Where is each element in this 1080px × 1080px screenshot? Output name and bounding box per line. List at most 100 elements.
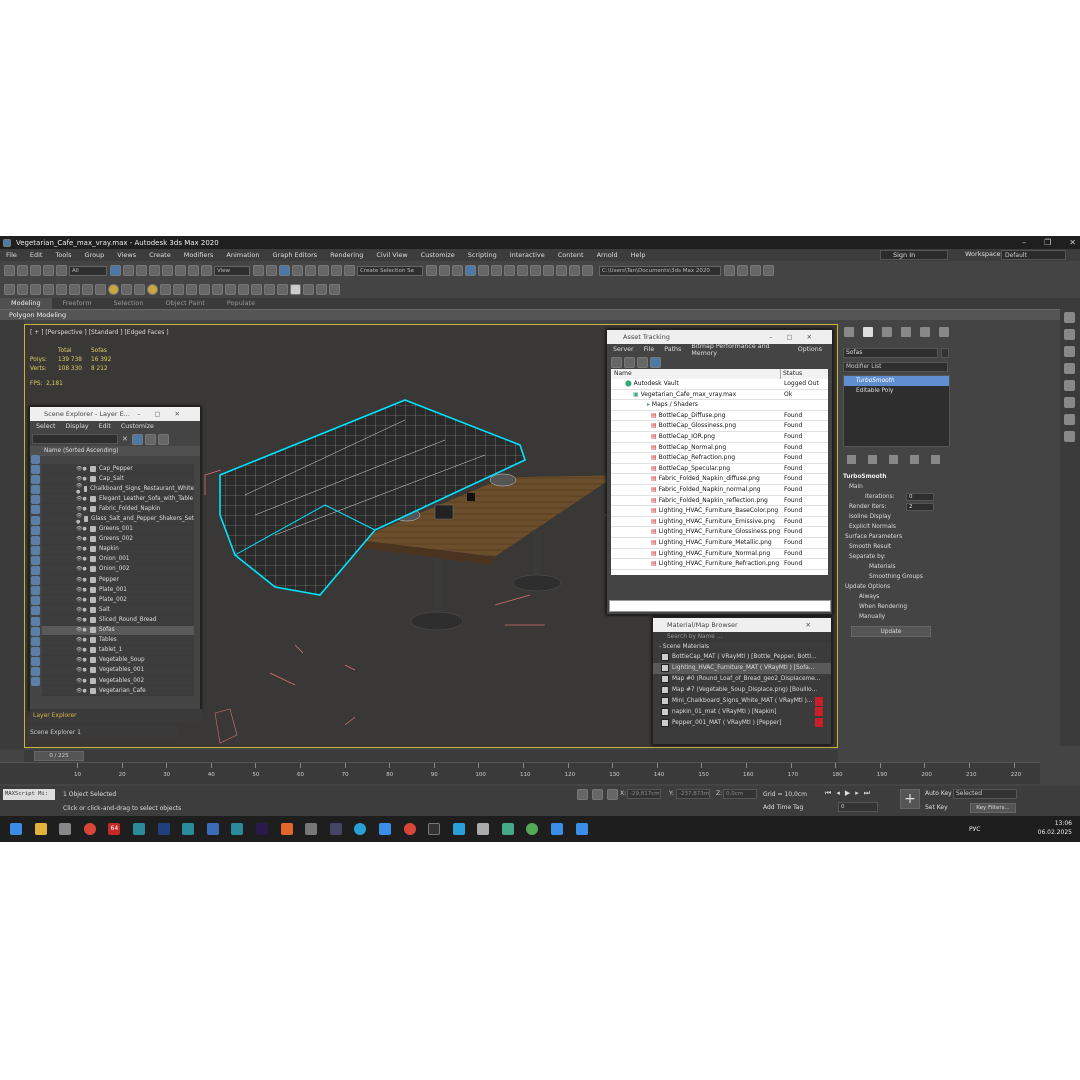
go-end-icon[interactable]: ⏭ [864,789,870,798]
systems-icon[interactable] [199,283,210,295]
snaps-icon[interactable] [292,265,303,276]
se-filter-icon[interactable] [31,666,40,676]
orbit-icon[interactable] [1064,363,1075,374]
modeling-icon[interactable] [4,283,15,295]
se-menu-customize[interactable]: Customize [121,423,154,430]
scene-explorer-column-header[interactable]: Name (Sorted Ascending) [30,446,200,456]
scene-item[interactable]: 👁● Greens_001 [42,524,194,535]
se-filter-icon[interactable] [31,646,40,656]
asset-row[interactable]: ▤ Lighting_HVAC_Furniture_Refraction.png… [611,559,828,570]
scene-item[interactable]: 👁● Vegetarian_Cafe [42,686,194,697]
material-editor-icon[interactable] [517,265,528,276]
render-cloud-icon[interactable] [569,265,580,276]
visibility-eye-icon[interactable]: 👁● [76,483,84,495]
tray-clock[interactable]: 13:06 06.02.2025 [1038,819,1072,837]
material-item[interactable]: Pepper_001_MAT ( VRayMtl ) [Pepper] [653,717,831,728]
material-item[interactable]: BottleCap_MAT ( VRayMtl ) [Bottle_Pepper… [653,652,831,663]
ribbon-tab-object-paint[interactable]: Object Paint [155,298,216,309]
asset-row[interactable]: ▤ BottleCap_Glossiness.png Found [611,421,828,432]
col-name[interactable]: Name [611,369,781,379]
render-frame-icon[interactable] [543,265,554,276]
at-menu-paths[interactable]: Paths [664,346,681,353]
se-filter-icon[interactable] [31,626,40,636]
helper-icon[interactable] [173,283,184,295]
vray-render-icon[interactable] [303,283,314,295]
isolate-icon[interactable] [577,789,588,800]
current-frame-field[interactable]: 0 [838,802,878,812]
visibility-eye-icon[interactable]: 👁● [76,597,90,603]
calculator-icon[interactable] [477,823,490,835]
asset-row[interactable]: ▤ Fabric_Folded_Napkin_reflection.png Fou… [611,496,828,507]
cylinder-icon[interactable] [121,283,132,295]
show-end-result-icon[interactable] [868,454,877,464]
vray-proxy-icon[interactable] [251,283,262,295]
set-key-button[interactable]: Set Key [925,804,948,811]
menu-item-tools[interactable]: Tools [55,251,71,259]
list-view-icon[interactable] [624,356,635,368]
set-project-icon[interactable] [763,265,774,276]
cone-icon[interactable] [134,283,145,295]
selection-lock-icon[interactable] [592,789,603,800]
scene-item[interactable]: 👁● Salt [42,605,194,616]
visibility-eye-icon[interactable]: 👁● [76,647,90,653]
always-radio[interactable]: Always [843,592,950,602]
maximize-viewport-icon[interactable] [1064,397,1075,408]
make-unique-icon[interactable] [889,454,898,464]
sign-in-button[interactable]: Sign In [880,250,948,260]
link-icon[interactable] [30,265,41,276]
smooth-result-checkbox[interactable]: Smooth Result [843,542,950,552]
vray-plane-icon[interactable] [277,283,288,295]
render-production-icon[interactable] [556,265,567,276]
stack-item-turbosmooth[interactable]: TurboSmooth [844,376,949,386]
auto-key-button[interactable]: Auto Key [925,790,952,797]
vray-sun-icon[interactable] [225,283,236,295]
visibility-eye-icon[interactable]: 👁● [76,546,90,552]
remove-modifier-icon[interactable] [910,454,919,464]
se-filter-icon[interactable] [31,636,40,646]
add-time-tag[interactable]: Add Time Tag [763,804,803,811]
scale-icon[interactable] [188,265,199,276]
ribbon-icon[interactable] [478,265,489,276]
menu-item-civil-view[interactable]: Civil View [376,251,407,259]
3dsmax-active-icon[interactable] [231,823,244,835]
chrome-icon[interactable] [83,823,96,835]
create-folder-icon[interactable] [750,265,761,276]
project-folder[interactable]: C:\Users\Tan\Documents\3ds Max 2020 [599,265,721,276]
move-icon[interactable] [162,265,173,276]
asset-row[interactable]: ▤ Lighting_HVAC_Furniture_Emissive.png Fo… [611,517,828,528]
zoom-extents-icon[interactable] [1064,414,1075,425]
percent-snap-icon[interactable] [318,265,329,276]
menu-item-create[interactable]: Create [149,251,171,259]
when-rendering-radio[interactable]: When Rendering [843,602,950,612]
material-item[interactable]: Map #7 (Vegetable_Soup_Displace.png) [Bo… [653,685,831,696]
material-item[interactable]: napkin_01_mat ( VRayMtl ) [Napkin] [653,706,831,717]
ribbon-tab-modeling[interactable]: Modeling [0,298,52,309]
scene-states-icon[interactable] [30,283,41,295]
se-menu-display[interactable]: Display [65,423,88,430]
shield-app-icon[interactable] [280,823,293,835]
asset-row[interactable]: ▤ BottleCap_Specular.png Found [611,464,828,475]
at-menu-server[interactable]: Server [613,346,634,353]
asset-row[interactable]: ▤ BottleCap_IOR.png Found [611,432,828,443]
minimize-icon[interactable]: – [1022,236,1026,249]
a360-icon[interactable] [582,265,593,276]
vray-fb-icon[interactable] [290,283,301,295]
create-tab-icon[interactable] [844,327,854,337]
material-item[interactable]: Map #0 (Round_Loaf_of_Bread_geo2_Displac… [653,674,831,685]
rollout-title[interactable]: TurboSmooth [843,472,950,482]
undo-icon[interactable] [4,265,15,276]
vray-fur-icon[interactable] [264,283,275,295]
iterations-spinner[interactable]: 0 [906,493,934,501]
ribbon-tab-freeform[interactable]: Freeform [52,298,103,309]
set-key-plus-icon[interactable]: + [900,789,920,809]
se-filter-icon[interactable] [31,566,40,576]
3dsmax-icon[interactable] [132,823,145,835]
ribbon-tab-selection[interactable]: Selection [103,298,155,309]
col-status[interactable]: Status [781,369,802,379]
scene-explorer-selector[interactable]: Scene Explorer 1 [27,726,177,740]
selection-filter[interactable]: All [69,265,107,276]
scene-item[interactable]: 👁● Elegant_Leather_Sofa_with_Table [42,494,194,505]
vray-light-icon[interactable] [212,283,223,295]
manipulate-icon[interactable] [266,265,277,276]
visibility-eye-icon[interactable]: 👁● [76,506,90,512]
